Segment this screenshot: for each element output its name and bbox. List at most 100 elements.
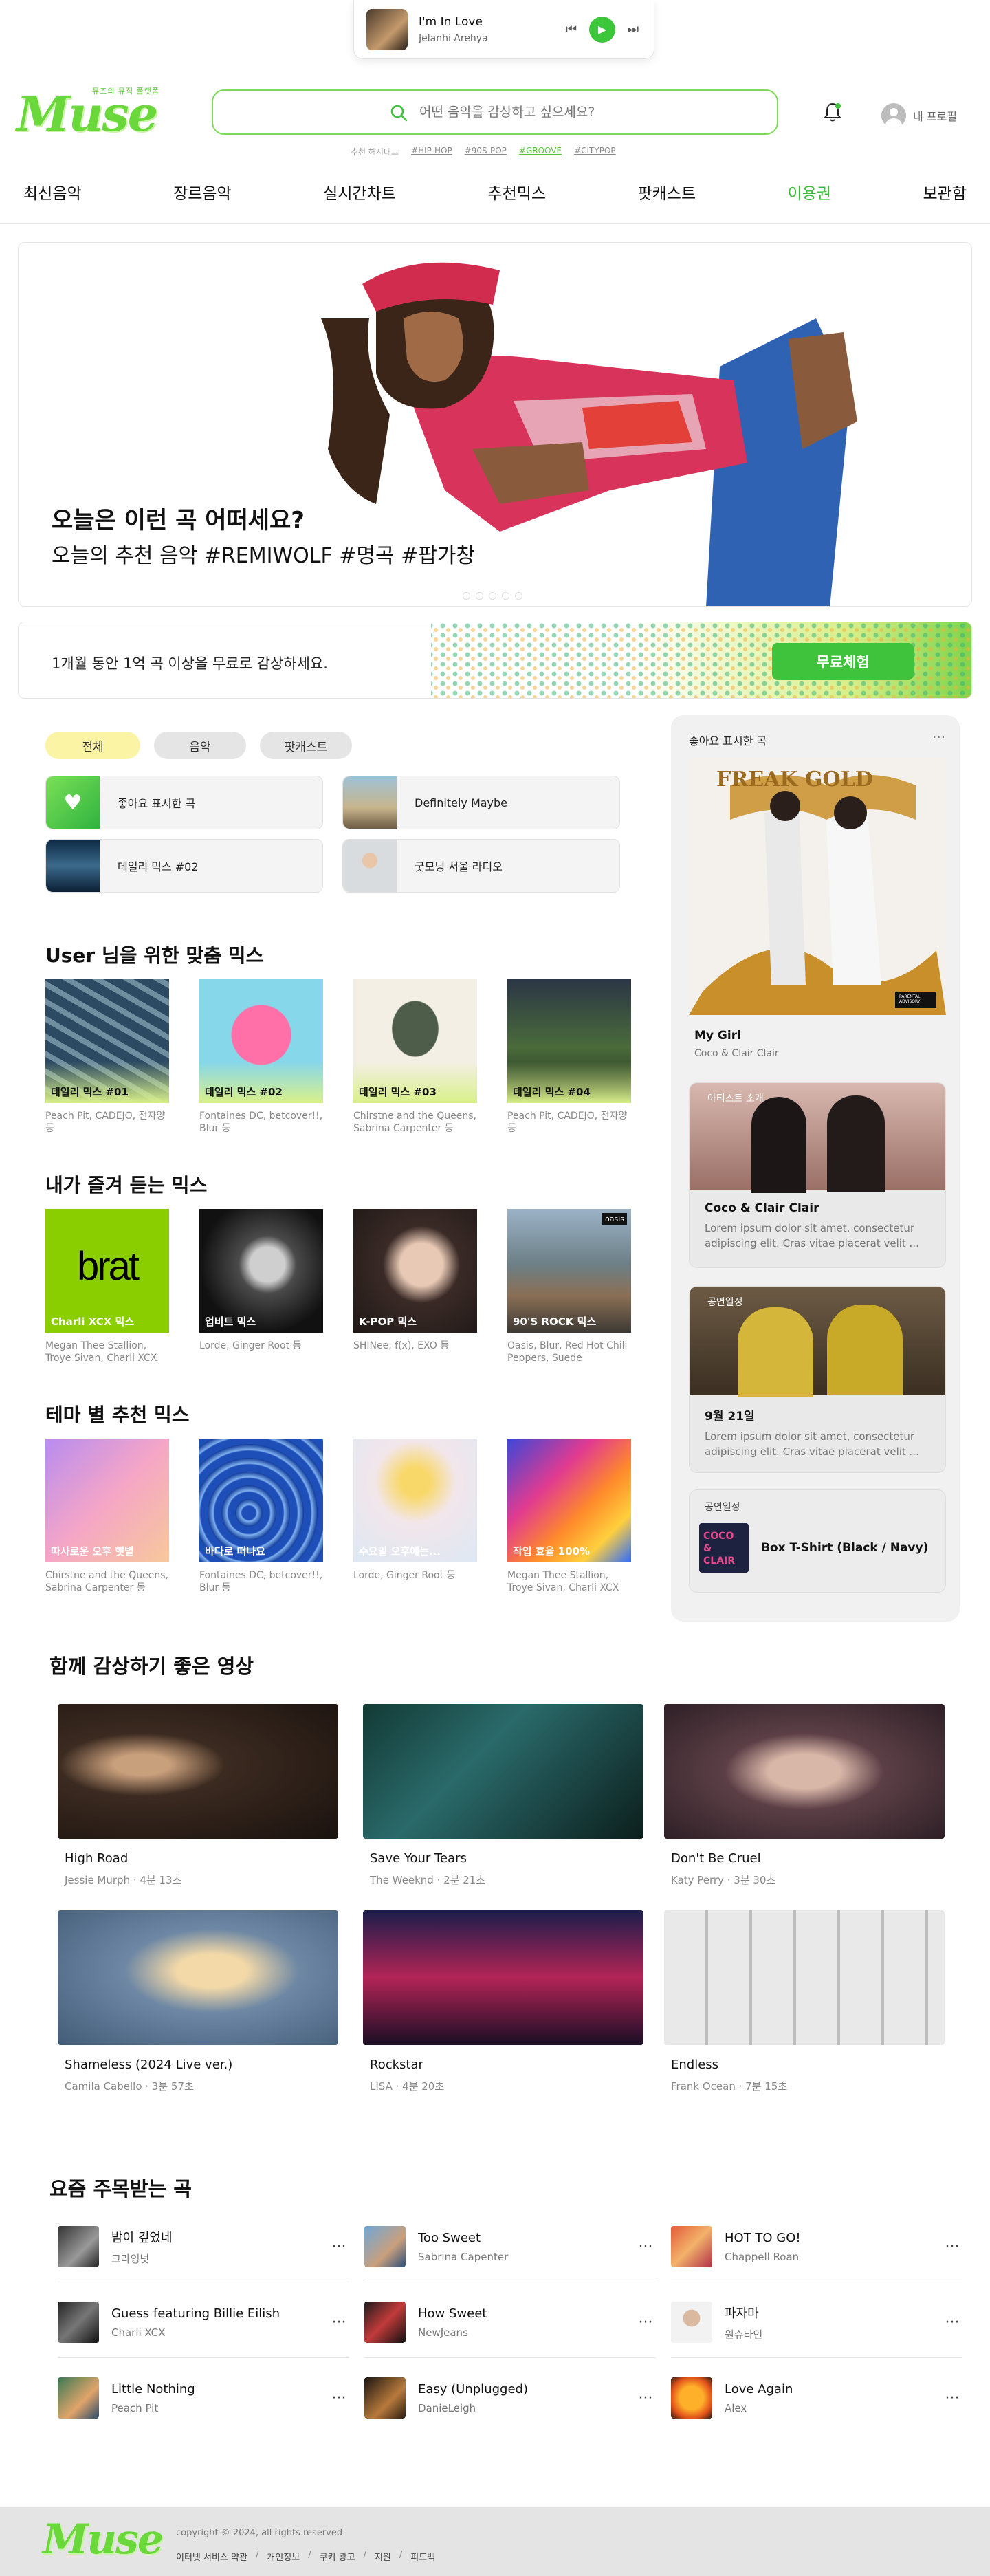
hero-banner[interactable]: 오늘은 이런 곡 어떠세요? 오늘의 추천 음악 #REMIWOLF #명곡 #…: [18, 242, 972, 607]
carousel-dot[interactable]: [489, 592, 496, 600]
track-row[interactable]: Too Sweet Sabrina Capenter ···: [364, 2214, 656, 2279]
avatar: [881, 103, 906, 128]
carousel-dots: [463, 592, 522, 600]
track-row[interactable]: Guess featuring Billie Eilish Charli XCX …: [58, 2290, 349, 2355]
mix-artists: Fontaines DC, betcover!!, Blur 등: [199, 1570, 323, 1593]
video-card[interactable]: Save Your Tears The Weeknd · 2분 21초: [363, 1704, 644, 1887]
search-input[interactable]: [419, 105, 749, 120]
video-card[interactable]: Shameless (2024 Live ver.) Camila Cabell…: [58, 1910, 338, 2093]
track-row[interactable]: Little Nothing Peach Pit ···: [58, 2366, 349, 2430]
brand-logo[interactable]: Muse 뮤즈의 뮤직 플랫폼: [16, 81, 161, 142]
liked-song-title[interactable]: My Girl: [694, 1029, 741, 1043]
track-thumbnail: [364, 2377, 406, 2419]
track-row[interactable]: HOT TO GO! Chappell Roan ···: [671, 2214, 962, 2279]
quick-item-album[interactable]: Definitely Maybe: [342, 776, 620, 829]
quick-item-liked[interactable]: ♥ 좋아요 표시한 곡: [45, 776, 323, 829]
more-options-icon[interactable]: ···: [932, 729, 945, 745]
track-row[interactable]: 밤이 깊었네 크라잉넛 ···: [58, 2214, 349, 2279]
carousel-dot[interactable]: [463, 592, 470, 600]
chip-all[interactable]: 전체: [45, 732, 140, 759]
merch-card[interactable]: 공연일정 COCO & CLAIR Box T-Shirt (Black / N…: [689, 1489, 946, 1593]
nav-item-subscription[interactable]: 이용권: [788, 177, 831, 223]
video-card[interactable]: Rockstar LISA · 4분 20초: [363, 1910, 644, 2093]
track-row[interactable]: Love Again Alex ···: [671, 2366, 962, 2430]
mix-tile[interactable]: 데일리 믹스 #04 Peach Pit, CADEJO, 전자양 등: [507, 979, 631, 1135]
mix-tile[interactable]: brat Charli XCX 믹스 Megan Thee Stallion, …: [45, 1209, 169, 1364]
player-controls: ⏮ ▶ ⏭: [563, 16, 641, 43]
track-row[interactable]: Easy (Unplugged) DanieLeigh ···: [364, 2366, 656, 2430]
hashtag-link[interactable]: #GROOVE: [519, 146, 562, 157]
video-card[interactable]: Endless Frank Ocean · 7분 15초: [664, 1910, 945, 2093]
mix-tile[interactable]: K-POP 믹스 SHINee, f(x), EXO 등: [353, 1209, 477, 1352]
hashtag-link[interactable]: #90S-POP: [465, 146, 507, 157]
nav-item-library[interactable]: 보관함: [923, 177, 966, 223]
quick-item-radio[interactable]: 굿모닝 서울 라디오: [342, 839, 620, 893]
play-icon[interactable]: ▶: [589, 16, 615, 43]
mix-tile[interactable]: 업비트 믹스 Lorde, Ginger Root 등: [199, 1209, 323, 1352]
more-options-icon[interactable]: ···: [635, 2390, 656, 2407]
more-options-icon[interactable]: ···: [942, 2314, 962, 2331]
profile-button[interactable]: 내 프로필: [881, 103, 957, 128]
mix-tile[interactable]: 따사로운 오후 햇볕 Chirstne and the Queens, Sabr…: [45, 1439, 169, 1594]
more-options-icon[interactable]: ···: [329, 2314, 349, 2331]
mix-artists: Oasis, Blur, Red Hot Chili Peppers, Sued…: [507, 1340, 628, 1364]
more-options-icon[interactable]: ···: [942, 2390, 962, 2407]
search-icon[interactable]: [389, 103, 408, 122]
nav-item-chart[interactable]: 실시간차트: [323, 177, 396, 223]
concert-photo: 공연일정: [690, 1287, 945, 1397]
free-trial-button[interactable]: 무료체험: [772, 643, 914, 680]
carousel-dot[interactable]: [476, 592, 483, 600]
hashtag-link[interactable]: #HIP-HOP: [411, 146, 452, 157]
now-playing-title[interactable]: I'm In Love: [419, 15, 563, 29]
video-card[interactable]: Don't Be Cruel Katy Perry · 3분 30초: [664, 1704, 945, 1887]
video-meta: The Weeknd · 2분 21초: [370, 1874, 486, 1886]
track-artist: NewJeans: [418, 2326, 468, 2339]
nav-item-podcast[interactable]: 팟캐스트: [637, 177, 696, 223]
more-options-icon[interactable]: ···: [329, 2238, 349, 2256]
footer-link-feedback[interactable]: 피드백: [410, 2550, 435, 2563]
carousel-dot[interactable]: [502, 592, 509, 600]
chip-podcast[interactable]: 팟캐스트: [260, 732, 352, 759]
search-bar[interactable]: [212, 89, 778, 135]
video-card[interactable]: High Road Jessie Murph · 4분 13초: [58, 1704, 338, 1887]
album-cover-my-girl[interactable]: PARENTAL ADVISORY FREAK GOLD: [689, 758, 946, 1015]
section-title-videos: 함께 감상하기 좋은 영상: [50, 1655, 254, 1678]
footer-link-support[interactable]: 지원: [375, 2550, 391, 2563]
nav-item-latest[interactable]: 최신음악: [23, 177, 82, 223]
skip-back-icon[interactable]: ⏮: [563, 21, 580, 38]
mix-tile[interactable]: 데일리 믹스 #03 Chirstne and the Queens, Sabr…: [353, 979, 477, 1135]
liked-song-artist[interactable]: Coco & Clair Clair: [694, 1048, 779, 1059]
track-row[interactable]: How Sweet NewJeans ···: [364, 2290, 656, 2355]
more-options-icon[interactable]: ···: [635, 2238, 656, 2256]
track-row[interactable]: 파자마 원슈타인 ···: [671, 2290, 962, 2355]
track-title: Too Sweet: [418, 2230, 481, 2245]
chip-music[interactable]: 음악: [154, 732, 246, 759]
mix-tile[interactable]: 데일리 믹스 #01 Peach Pit, CADEJO, 전자양 등: [45, 979, 169, 1135]
more-options-icon[interactable]: ···: [329, 2390, 349, 2407]
track-thumbnail: [364, 2226, 406, 2267]
nav-item-recommended-mix[interactable]: 추천믹스: [487, 177, 546, 223]
skip-forward-icon[interactable]: ⏭: [625, 21, 641, 38]
mix-tile[interactable]: 데일리 믹스 #02 Fontaines DC, betcover!!, Blu…: [199, 979, 323, 1135]
album-art-text: FREAK GOLD: [716, 767, 873, 792]
more-options-icon[interactable]: ···: [635, 2314, 656, 2331]
footer-logo[interactable]: Muse: [43, 2515, 164, 2564]
now-playing-cover[interactable]: [366, 8, 408, 50]
concert-card[interactable]: 공연일정 9월 21일 Lorem ipsum dolor sit amet, …: [689, 1286, 946, 1473]
hashtag-link[interactable]: #CITYPOP: [574, 146, 616, 157]
footer-link-privacy[interactable]: 개인정보: [267, 2550, 300, 2563]
track-thumbnail: [671, 2302, 712, 2343]
mix-tile[interactable]: 수요일 오후에는... Lorde, Ginger Root 등: [353, 1439, 477, 1582]
mix-tile[interactable]: 작업 효율 100% Megan Thee Stallion, Troye Si…: [507, 1439, 631, 1594]
footer-link-cookie-ads[interactable]: 쿠키 광고: [320, 2550, 355, 2563]
more-options-icon[interactable]: ···: [942, 2238, 962, 2256]
carousel-dot[interactable]: [515, 592, 522, 600]
bell-icon[interactable]: [821, 100, 844, 124]
artist-intro-card[interactable]: 아티스트 소개 Coco & Clair Clair Lorem ipsum d…: [689, 1082, 946, 1268]
nav-item-genre[interactable]: 장르음악: [173, 177, 232, 223]
mix-tile[interactable]: 바다로 떠나요 Fontaines DC, betcover!!, Blur 등: [199, 1439, 323, 1594]
footer-link-terms[interactable]: 이터넷 서비스 약관: [176, 2550, 248, 2563]
quick-item-daily-mix[interactable]: 데일리 믹스 #02: [45, 839, 323, 893]
now-playing-artist[interactable]: Jelanhi Arehya: [419, 33, 563, 44]
mix-tile[interactable]: oasis 90'S ROCK 믹스 Oasis, Blur, Red Hot …: [507, 1209, 631, 1364]
